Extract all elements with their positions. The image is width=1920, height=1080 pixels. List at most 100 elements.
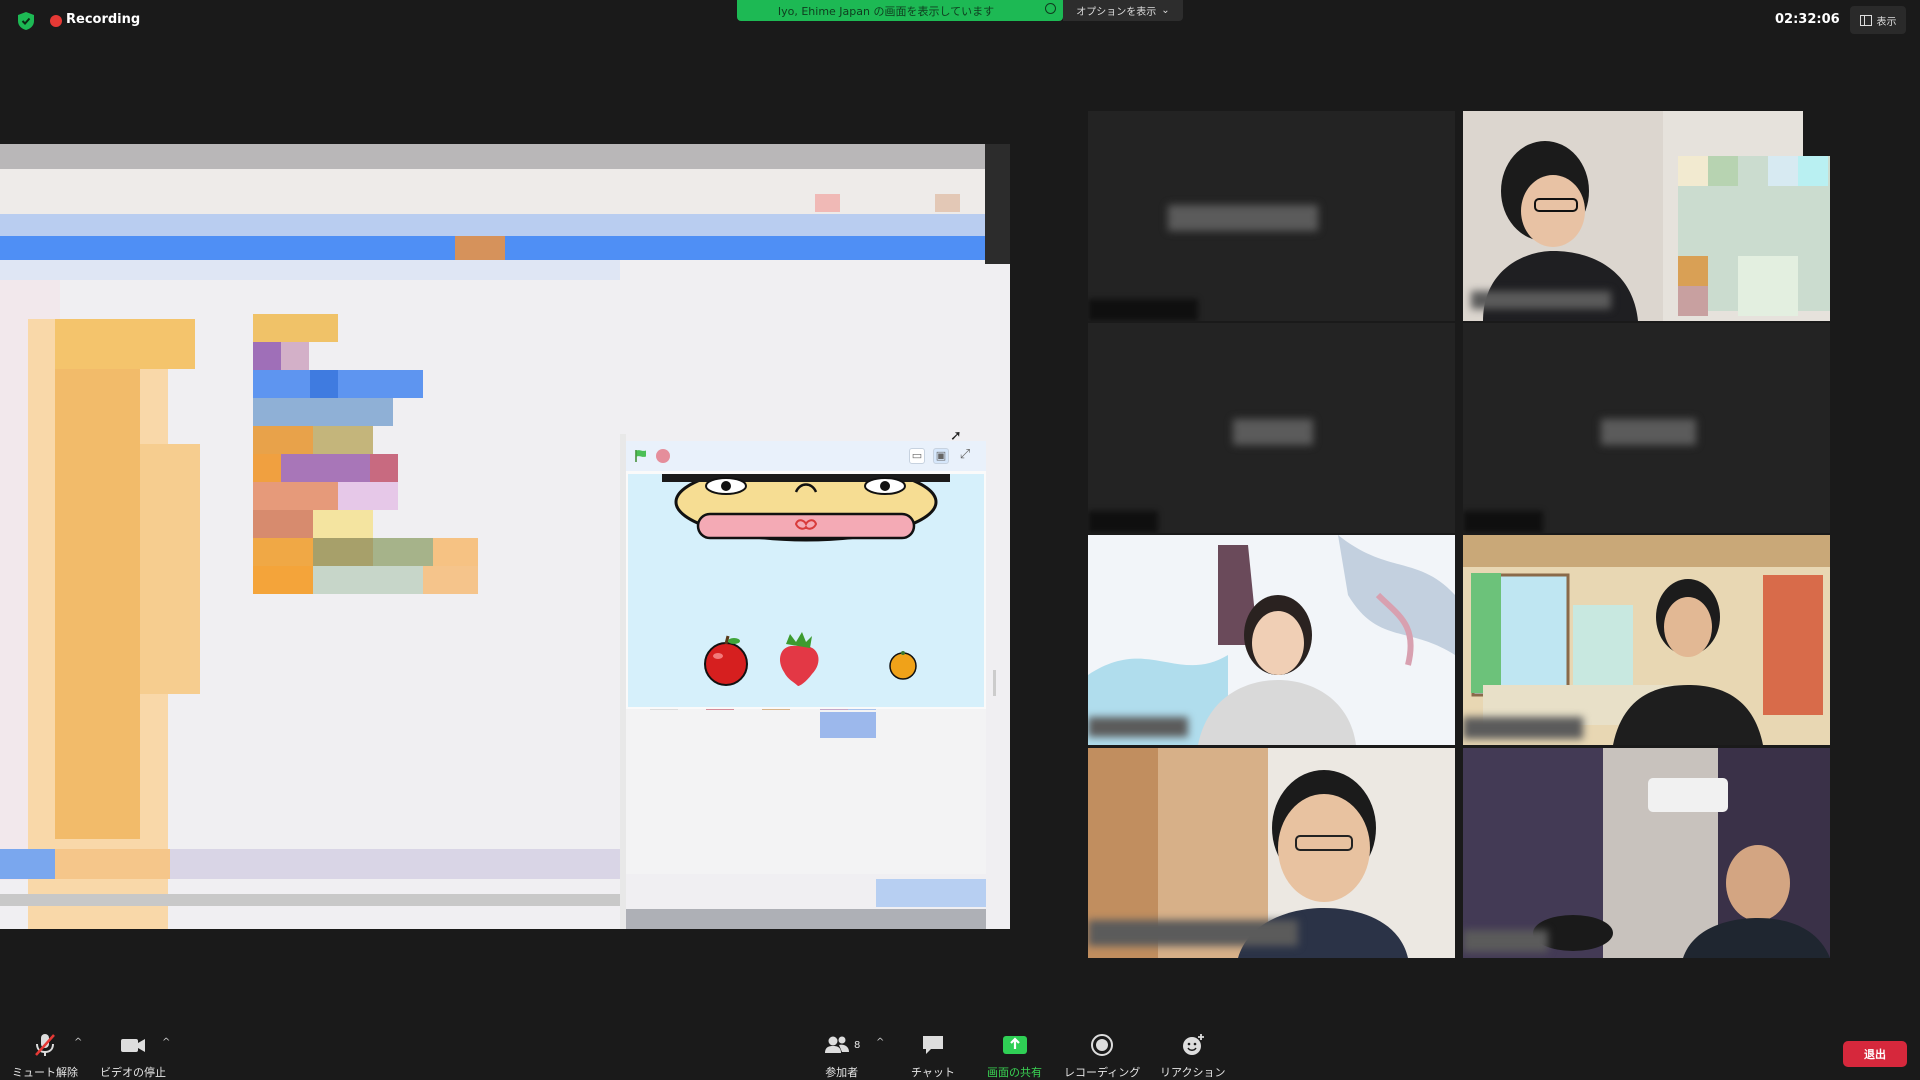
pixelated-region <box>0 214 1010 236</box>
blurred-name <box>1088 717 1188 737</box>
apple-sprite[interactable] <box>704 635 748 686</box>
pixelated-region <box>0 894 625 906</box>
recording-dot-icon <box>50 15 62 27</box>
small-stage-icon[interactable]: ▭ <box>909 448 925 464</box>
pixelated-region <box>253 566 313 594</box>
pixelated-region <box>140 444 200 694</box>
screen-share-banner: Iyo, Ehime Japan の画面を表示しています <box>737 0 1063 21</box>
orange-sprite[interactable] <box>889 651 917 680</box>
microphone-muted-icon <box>35 1034 55 1056</box>
unmute-button[interactable]: ミュート解除 <box>12 1031 78 1080</box>
chat-icon <box>922 1036 943 1054</box>
recording-label: Recording <box>66 12 141 27</box>
stop-video-button[interactable]: ビデオの停止 <box>100 1031 166 1080</box>
encryption-shield-icon[interactable] <box>18 12 34 30</box>
participant-tile[interactable] <box>1463 323 1830 533</box>
chevron-down-icon: ⌄ <box>1161 5 1170 16</box>
pixelated-region <box>338 482 398 510</box>
stage-resize-handle[interactable] <box>993 670 996 696</box>
top-bar: Recording Iyo, Ehime Japan の画面を表示しています オ… <box>0 0 1920 40</box>
share-screen-label: 画面の共有 <box>987 1066 1042 1079</box>
record-icon <box>1091 1034 1114 1056</box>
share-screen-button[interactable]: 画面の共有 <box>987 1031 1042 1080</box>
participant-tile-active-speaker[interactable] <box>1463 535 1830 745</box>
pixelated-region <box>313 538 373 566</box>
leave-label: 退出 <box>1864 1048 1886 1061</box>
chevron-up-icon[interactable]: ^ <box>162 1037 170 1048</box>
meeting-toolbar: ミュート解除 ^ ビデオの停止 ^ 8 参加者 ^ チャット 画面の共有 レコー… <box>0 1027 1920 1080</box>
pixelated-region <box>820 712 876 738</box>
pixelated-region <box>310 370 338 398</box>
pixelated-region <box>0 236 1010 260</box>
stop-icon[interactable] <box>656 449 670 463</box>
pixelated-region <box>433 538 478 566</box>
pixelated-region <box>253 370 423 398</box>
view-options-button[interactable]: オプションを表示 ⌄ <box>1063 0 1183 21</box>
view-label: 表示 <box>1876 16 1897 28</box>
chevron-up-icon[interactable]: ^ <box>876 1037 884 1048</box>
pixelated-region <box>0 144 1010 169</box>
face-sprite[interactable] <box>662 474 950 542</box>
record-label: レコーディング <box>1064 1066 1141 1079</box>
participant-tile[interactable] <box>1463 111 1830 321</box>
participant-nameplate <box>1463 511 1543 533</box>
pixelated-region <box>55 319 140 839</box>
participant-tile[interactable] <box>1088 748 1455 958</box>
blurred-name <box>1471 291 1611 309</box>
participants-label: 参加者 <box>825 1066 859 1079</box>
participant-tile[interactable] <box>1088 111 1455 321</box>
reaction-label: リアクション <box>1160 1066 1226 1079</box>
stage-toolbar: ▭ ▣ ⤢ <box>626 441 986 471</box>
shared-screen: ▭ ▣ ⤢ ➚ <box>0 144 1010 929</box>
participant-tile[interactable] <box>1088 323 1455 533</box>
participant-video <box>1463 748 1830 958</box>
pixelated-region <box>0 849 55 879</box>
participant-tile[interactable] <box>1088 535 1455 745</box>
view-button[interactable]: 表示 <box>1850 6 1906 34</box>
fullscreen-icon[interactable]: ⤢ <box>957 448 973 464</box>
participants-count: 8 <box>854 1039 861 1051</box>
participant-nameplate <box>1088 299 1198 321</box>
layout-icon <box>1859 14 1872 26</box>
pixelated-region <box>455 236 505 260</box>
pixelated-region <box>626 909 986 929</box>
record-button[interactable]: レコーディング <box>1064 1031 1140 1080</box>
blurred-name <box>1463 930 1548 952</box>
blurred-name <box>1463 717 1583 739</box>
stop-video-label: ビデオの停止 <box>100 1066 166 1079</box>
pixelated-region <box>253 454 281 482</box>
pixelated-region <box>313 510 373 538</box>
blurred-name <box>1233 419 1313 445</box>
blurred-name <box>1168 205 1318 231</box>
video-camera-icon <box>121 1039 145 1052</box>
pixelated-region <box>876 879 986 907</box>
pixelated-region <box>55 319 195 369</box>
chat-label: チャット <box>911 1066 955 1079</box>
reaction-button[interactable]: リアクション <box>1160 1031 1225 1080</box>
participants-button[interactable]: 8 参加者 <box>823 1031 860 1080</box>
pixelated-region <box>253 314 338 342</box>
chat-button[interactable]: チャット <box>911 1031 955 1080</box>
share-screen-icon <box>1002 1036 1027 1054</box>
leave-meeting-button[interactable]: 退出 <box>1843 1041 1907 1067</box>
participant-nameplate <box>1088 511 1158 533</box>
pixelated-region <box>253 398 393 426</box>
normal-stage-icon[interactable]: ▣ <box>933 448 949 464</box>
pixelated-region <box>0 169 1010 214</box>
strawberry-sprite[interactable] <box>780 632 819 686</box>
green-flag-icon[interactable] <box>634 449 648 463</box>
blurred-name <box>1088 920 1298 946</box>
share-info-icon[interactable] <box>1045 3 1056 14</box>
blurred-name <box>1601 419 1696 445</box>
stage-sprites <box>662 474 950 686</box>
pixelated-region <box>55 849 170 879</box>
unmute-label: ミュート解除 <box>12 1066 78 1079</box>
reaction-emoji-icon <box>1182 1034 1204 1055</box>
stage-window: ▭ ▣ ⤢ <box>626 441 986 709</box>
share-banner-text: Iyo, Ehime Japan の画面を表示しています <box>777 4 995 18</box>
pixelated-region <box>815 194 840 212</box>
participant-tile[interactable] <box>1463 748 1830 958</box>
pixelated-region <box>626 709 986 874</box>
chevron-up-icon[interactable]: ^ <box>74 1037 82 1048</box>
stage-canvas[interactable] <box>628 474 984 707</box>
